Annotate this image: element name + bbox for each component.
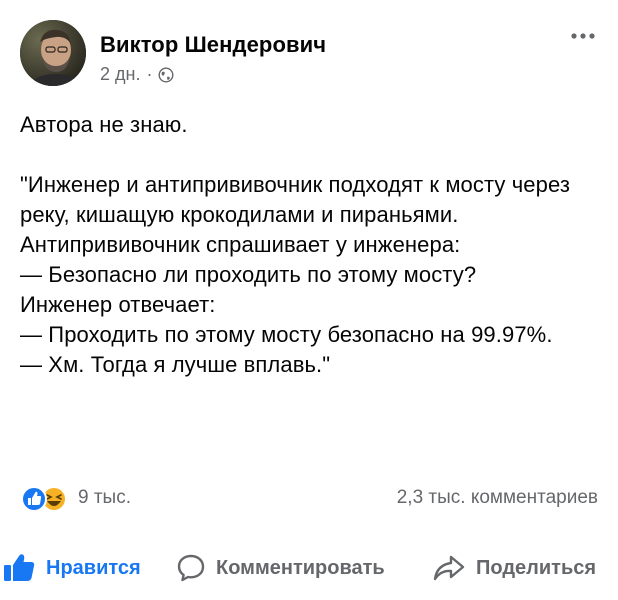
reactions-bar: 9 тыс. 2,3 тыс. комментариев xyxy=(20,484,600,514)
post-header: Виктор Шендерович 2 дн. · xyxy=(20,20,600,90)
divider xyxy=(0,538,618,539)
post-meta: 2 дн. · xyxy=(100,64,174,85)
reaction-count[interactable]: 9 тыс. xyxy=(78,487,131,509)
author-avatar[interactable] xyxy=(20,20,86,86)
facebook-post: Виктор Шендерович 2 дн. · Автора не знаю… xyxy=(0,0,618,600)
post-text: Автора не знаю. "Инженер и антипрививочн… xyxy=(20,112,571,377)
comments-count[interactable]: 2,3 тыс. комментариев xyxy=(397,487,598,509)
like-icon xyxy=(4,554,35,581)
post-time[interactable]: 2 дн. xyxy=(100,64,140,85)
reaction-icons[interactable] xyxy=(20,484,76,514)
share-button[interactable]: Поделиться xyxy=(432,548,596,588)
like-label: Нравится xyxy=(46,556,141,579)
post-actions: Нравится Комментировать Поделиться xyxy=(0,548,618,588)
globe-icon[interactable] xyxy=(158,66,174,83)
meta-separator: · xyxy=(146,64,153,84)
like-reaction-icon xyxy=(21,486,47,512)
more-options-icon[interactable] xyxy=(566,26,600,46)
like-button[interactable]: Нравится xyxy=(2,548,141,588)
comment-icon xyxy=(177,554,205,582)
share-label: Поделиться xyxy=(476,556,597,579)
share-icon xyxy=(433,555,465,581)
comment-label: Комментировать xyxy=(216,556,385,579)
comment-button[interactable]: Комментировать xyxy=(176,548,385,588)
author-name[interactable]: Виктор Шендерович xyxy=(100,32,326,58)
